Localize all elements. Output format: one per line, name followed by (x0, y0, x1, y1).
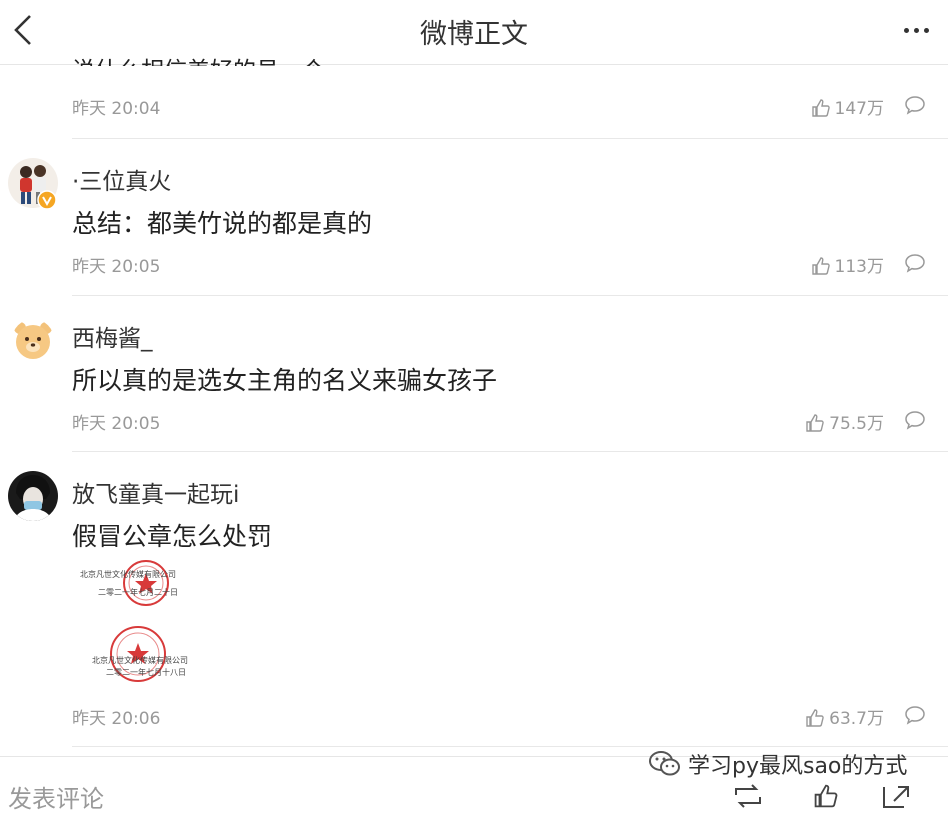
like-count: 75.5万 (829, 414, 884, 434)
partial-comment-text: 说什么相信美好的员一个 (72, 44, 325, 66)
dot-icon (904, 28, 909, 33)
comment-time: 昨天 20:05 (72, 414, 161, 434)
comment-text: 所以真的是选女主角的名义来骗女孩子 (72, 366, 498, 395)
like-count: 63.7万 (829, 709, 884, 729)
dot-icon (914, 28, 919, 33)
comment-divider (72, 451, 948, 452)
comment-divider (72, 295, 948, 296)
comment-text: 假冒公章怎么处罚 (72, 522, 273, 551)
more-options-button[interactable] (902, 16, 932, 44)
footer-like-button[interactable] (810, 783, 842, 809)
avatar[interactable] (8, 471, 58, 521)
seal-caption: 二零二一年七月二十日 (98, 588, 178, 597)
watermark-text: 学习py最风sao的方式 (688, 754, 908, 779)
like-count: 113万 (834, 257, 884, 277)
share-button[interactable] (880, 783, 912, 809)
comment-image[interactable]: 北京凡世文化传媒有限公司 二零二一年七月二十日 北京凡世文化传媒有限公司 二零二… (76, 559, 196, 691)
reply-button[interactable] (904, 253, 928, 275)
seal-caption: 北京凡世文化传媒有限公司 (80, 570, 176, 579)
comment-divider (72, 138, 948, 139)
reply-button[interactable] (904, 410, 928, 432)
comment-bubble-icon (905, 96, 925, 115)
like-button[interactable]: 113万 (811, 252, 884, 277)
avatar-image (14, 475, 52, 521)
username[interactable]: 西梅酱_ (72, 319, 153, 353)
like-count: 147万 (834, 99, 884, 119)
seal-caption: 二零二一年七月十八日 (106, 668, 186, 677)
thumbs-up-icon (806, 709, 824, 727)
username[interactable]: ·三位真火 (72, 162, 171, 196)
thumbs-up-icon (811, 99, 830, 117)
thumbs-up-icon (811, 257, 830, 275)
seal-caption: 北京凡世文化传媒有限公司 (92, 656, 188, 665)
verified-badge-icon (37, 190, 57, 210)
post-comment-input[interactable]: 发表评论 (8, 779, 104, 814)
repost-button[interactable] (732, 783, 764, 809)
avatar[interactable] (12, 319, 54, 361)
thumbs-up-icon (806, 414, 824, 432)
dot-icon (924, 28, 929, 33)
thumbs-up-icon (814, 784, 838, 808)
wechat-watermark: 学习py最风sao的方式 (648, 748, 907, 780)
like-button[interactable]: 147万 (811, 94, 884, 119)
share-icon (883, 786, 909, 808)
comment-time: 昨天 20:04 (72, 99, 161, 119)
comment-bubble-icon (905, 254, 925, 273)
reply-button[interactable] (904, 705, 928, 727)
username[interactable]: 放飞童真一起玩i (72, 475, 239, 509)
wechat-logo-icon (649, 751, 680, 776)
comment-text: 总结：都美竹说的都是真的 (72, 209, 373, 238)
reply-button[interactable] (904, 95, 928, 117)
comment-bubble-icon (905, 706, 925, 725)
like-button[interactable]: 63.7万 (805, 704, 884, 729)
comment-divider (72, 746, 948, 747)
comment-bubble-icon (905, 411, 925, 430)
repost-icon (735, 784, 761, 808)
comment-time: 昨天 20:06 (72, 709, 161, 729)
comment-time: 昨天 20:05 (72, 257, 161, 277)
bear-face-icon (14, 322, 52, 359)
like-button[interactable]: 75.5万 (805, 409, 884, 434)
